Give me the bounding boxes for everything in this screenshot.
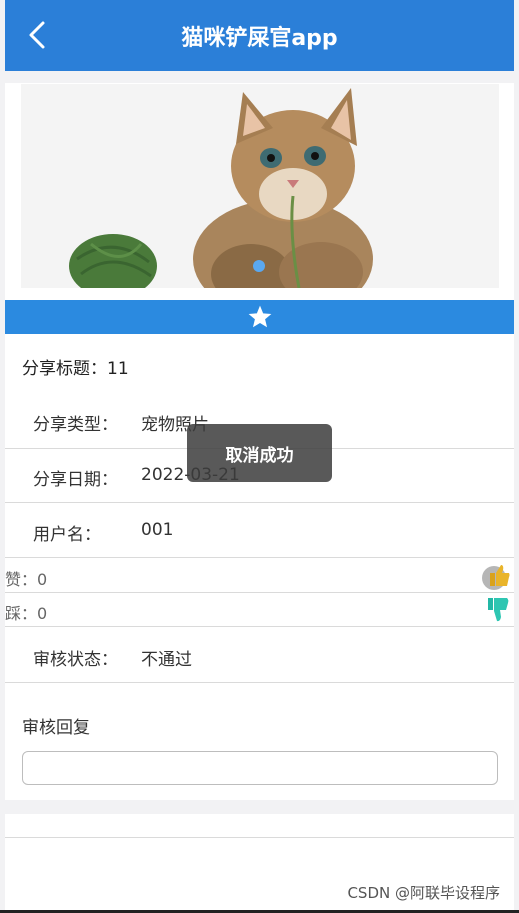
page-title: 猫咪铲屎官app — [181, 26, 338, 51]
like-count-text: 赞：0 — [5, 566, 47, 590]
share-date-label: 分享日期： — [33, 470, 118, 490]
share-type-label: 分享类型： — [33, 415, 118, 435]
toast-message: 取消成功 — [187, 424, 332, 482]
kitten-photo — [21, 84, 499, 288]
thumbs-up-icon — [482, 565, 510, 590]
like-row: 赞：0 — [5, 559, 514, 593]
review-status-label: 审核状态： — [33, 650, 118, 670]
like-value: 0 — [37, 570, 48, 589]
star-icon — [248, 305, 271, 328]
carousel-indicator-dot[interactable] — [253, 260, 265, 272]
review-status-row: 审核状态： 不通过 — [5, 628, 514, 683]
review-status-value: 不通过 — [141, 650, 192, 670]
favorite-button[interactable] — [5, 300, 514, 334]
dislike-row: 踩：0 — [5, 593, 514, 627]
username-label: 用户名： — [33, 525, 101, 545]
dislike-label: 踩： — [5, 604, 38, 623]
like-label: 赞： — [5, 570, 38, 589]
empty-row — [5, 814, 514, 838]
username-row: 用户名： 001 — [5, 503, 514, 558]
share-title-value: 11 — [107, 359, 129, 379]
watermark-text: CSDN @阿联毕设程序 — [347, 884, 500, 902]
like-button[interactable] — [481, 561, 511, 595]
thumbs-down-icon — [488, 598, 509, 622]
username-value: 001 — [141, 520, 174, 540]
section-gap — [5, 800, 514, 814]
review-reply-input[interactable] — [22, 751, 498, 785]
header-gap — [5, 71, 514, 83]
banner-carousel[interactable] — [21, 84, 499, 288]
share-title-label: 分享标题： — [22, 359, 107, 379]
dislike-value: 0 — [37, 604, 48, 623]
app-header: 猫咪铲屎官app — [5, 0, 514, 71]
dislike-count-text: 踩：0 — [5, 600, 47, 624]
app-frame: 猫咪铲屎官app 分享标题：11 分享类型： 宠物照片 分享日期： 用户名： 0… — [5, 0, 514, 913]
share-title-field: 分享标题：11 — [22, 354, 129, 379]
dislike-button[interactable] — [481, 595, 511, 629]
review-reply-label: 审核回复 — [22, 718, 90, 738]
